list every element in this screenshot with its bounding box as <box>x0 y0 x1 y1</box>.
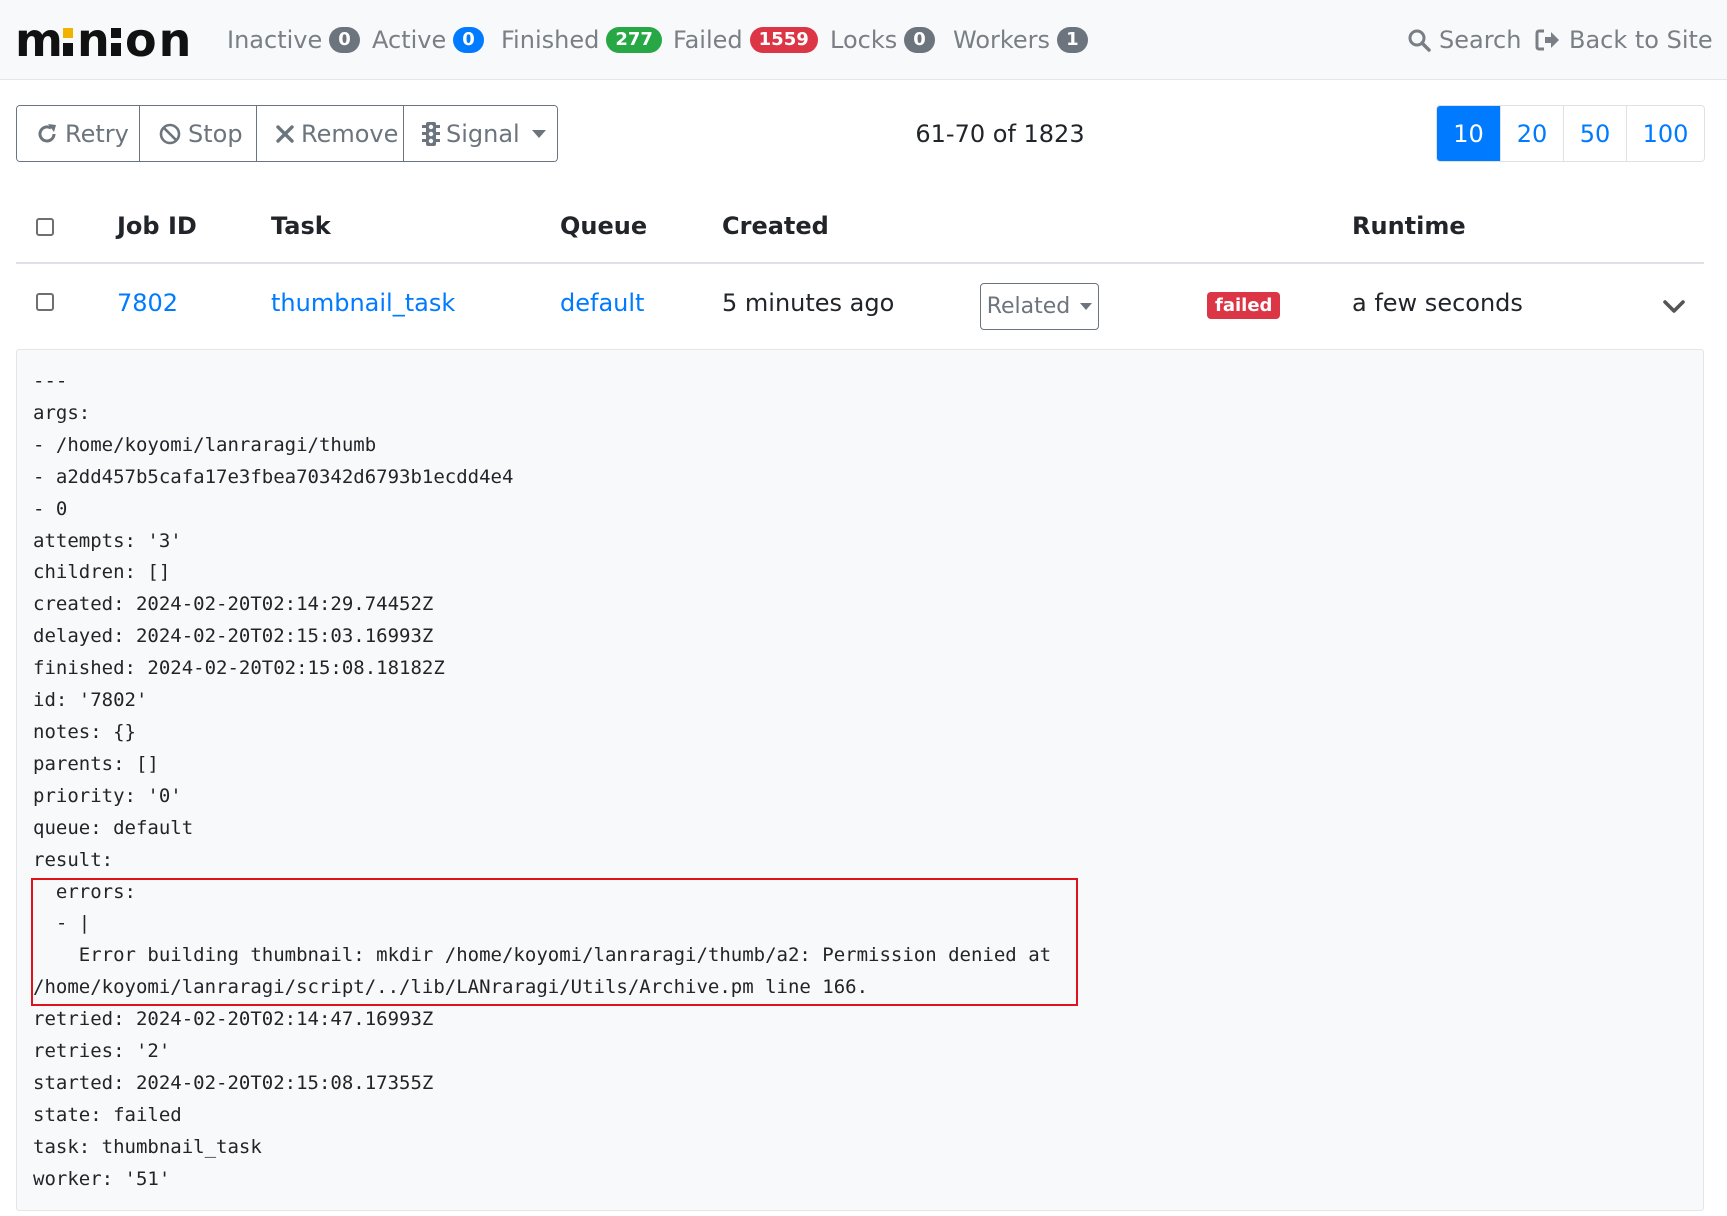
select-all-checkbox[interactable] <box>36 218 54 236</box>
active-count-badge: 0 <box>453 27 484 53</box>
yaml-line: started: 2024-02-20T02:15:08.17355Z <box>33 1071 434 1094</box>
col-task[interactable]: Task <box>271 212 331 240</box>
yaml-error-line: errors: <box>33 880 136 903</box>
task-link[interactable]: thumbnail_task <box>271 289 455 317</box>
yaml-line: children: [] <box>33 561 171 584</box>
queue-link[interactable]: default <box>560 289 644 317</box>
pagination-range: 61-70 of 1823 <box>915 120 1085 148</box>
search-label: Search <box>1439 26 1522 54</box>
nav-failed-label: Failed <box>673 26 743 54</box>
inactive-count-badge: 0 <box>329 27 360 53</box>
col-runtime[interactable]: Runtime <box>1352 212 1466 240</box>
related-label: Related <box>986 294 1071 319</box>
brand-logo[interactable]: m n on <box>15 12 195 68</box>
job-detail-yaml: --- args: - /home/koyomi/lanraragi/thumb - … <box>33 366 1051 1196</box>
yaml-line: delayed: 2024-02-20T02:15:03.16993Z <box>33 625 434 648</box>
nav-active[interactable]: Active 0 <box>372 22 484 58</box>
nav-inactive-label: Inactive <box>227 26 323 54</box>
nav-active-label: Active <box>372 26 447 54</box>
nav-workers[interactable]: Workers 1 <box>953 22 1088 58</box>
job-id-link[interactable]: 7802 <box>117 289 178 317</box>
related-dropdown-button[interactable]: Related <box>980 283 1099 330</box>
yaml-line: priority: '0' <box>33 784 182 807</box>
col-queue[interactable]: Queue <box>560 212 647 240</box>
page-size-10[interactable]: 10 <box>1437 106 1501 161</box>
yaml-error-line: /home/koyomi/lanraragi/script/../lib/LAN… <box>33 976 869 999</box>
table-header-divider <box>16 262 1704 264</box>
svg-text:n: n <box>77 13 113 67</box>
runtime-value: a few seconds <box>1352 289 1523 317</box>
sign-out-icon <box>1535 28 1561 52</box>
traffic-light-icon <box>422 121 440 147</box>
caret-down-icon <box>531 129 546 138</box>
signal-label: Signal <box>446 119 520 148</box>
failed-count-badge: 1559 <box>749 27 818 53</box>
nav-locks-label: Locks <box>830 26 898 54</box>
search-icon <box>1407 28 1431 52</box>
finished-count-badge: 277 <box>606 27 662 53</box>
yaml-line: state: failed <box>33 1103 182 1126</box>
yaml-line: task: thumbnail_task <box>33 1135 262 1158</box>
page-size-100[interactable]: 100 <box>1627 106 1704 161</box>
yaml-line: retried: 2024-02-20T02:14:47.16993Z <box>33 1008 434 1031</box>
yaml-line: attempts: '3' <box>33 529 182 552</box>
times-icon <box>275 124 295 144</box>
job-actions-group: Retry Stop Remove Signal <box>16 105 558 162</box>
col-job-id[interactable]: Job ID <box>117 212 197 240</box>
retry-button[interactable]: Retry <box>17 106 140 161</box>
nav-workers-label: Workers <box>953 26 1051 54</box>
redo-icon <box>35 122 59 146</box>
retry-label: Retry <box>65 119 129 148</box>
caret-down-icon <box>1080 303 1093 310</box>
stop-label: Stop <box>188 119 243 148</box>
page-size-selector: 10 20 50 100 <box>1436 105 1705 162</box>
yaml-line: --- <box>33 370 68 392</box>
remove-button[interactable]: Remove <box>257 106 404 161</box>
workers-count-badge: 1 <box>1057 27 1088 53</box>
yaml-line: queue: default <box>33 816 194 839</box>
stop-button[interactable]: Stop <box>140 106 257 161</box>
page-size-50[interactable]: 50 <box>1564 106 1627 161</box>
nav-inactive[interactable]: Inactive 0 <box>227 22 360 58</box>
nav-locks[interactable]: Locks 0 <box>830 22 935 58</box>
status-badge: failed <box>1207 292 1281 319</box>
page-size-20[interactable]: 20 <box>1501 106 1564 161</box>
ban-icon <box>158 122 182 146</box>
svg-text:on: on <box>125 13 193 67</box>
yaml-line: parents: [] <box>33 752 159 775</box>
row-select-checkbox[interactable] <box>36 293 54 311</box>
svg-text:m: m <box>15 13 66 67</box>
created-time: 5 minutes ago <box>722 289 895 317</box>
top-navbar: m n on Inactive 0 Active 0 Finished 277 … <box>0 0 1727 80</box>
search-link[interactable]: Search <box>1407 22 1521 58</box>
yaml-line: notes: {} <box>33 720 136 743</box>
chevron-down-icon[interactable] <box>1662 294 1686 318</box>
remove-label: Remove <box>301 119 399 148</box>
back-to-site-link[interactable]: Back to Site <box>1535 22 1713 58</box>
yaml-error-line: - | <box>33 912 91 935</box>
signal-dropdown-button[interactable]: Signal <box>404 106 557 161</box>
nav-finished-label: Finished <box>501 26 600 54</box>
nav-finished[interactable]: Finished 277 <box>501 22 662 58</box>
yaml-line: - /home/koyomi/lanraragi/thumb <box>33 433 377 456</box>
yaml-line: id: '7802' <box>33 689 148 712</box>
col-created[interactable]: Created <box>722 212 829 240</box>
yaml-line: result: <box>33 848 114 871</box>
yaml-line: created: 2024-02-20T02:14:29.74452Z <box>33 593 434 616</box>
yaml-line: args: <box>33 401 91 424</box>
yaml-line: retries: '2' <box>33 1040 171 1063</box>
locks-count-badge: 0 <box>904 27 935 53</box>
yaml-line: - 0 <box>33 497 68 520</box>
yaml-error-line: Error building thumbnail: mkdir /home/ko… <box>33 944 1052 967</box>
back-to-site-label: Back to Site <box>1569 26 1713 54</box>
yaml-line: finished: 2024-02-20T02:15:08.18182Z <box>33 657 445 680</box>
yaml-line: - a2dd457b5cafa17e3fbea70342d6793b1ecdd4… <box>33 465 514 488</box>
nav-failed[interactable]: Failed 1559 <box>673 22 818 58</box>
yaml-line: worker: '51' <box>33 1167 171 1190</box>
